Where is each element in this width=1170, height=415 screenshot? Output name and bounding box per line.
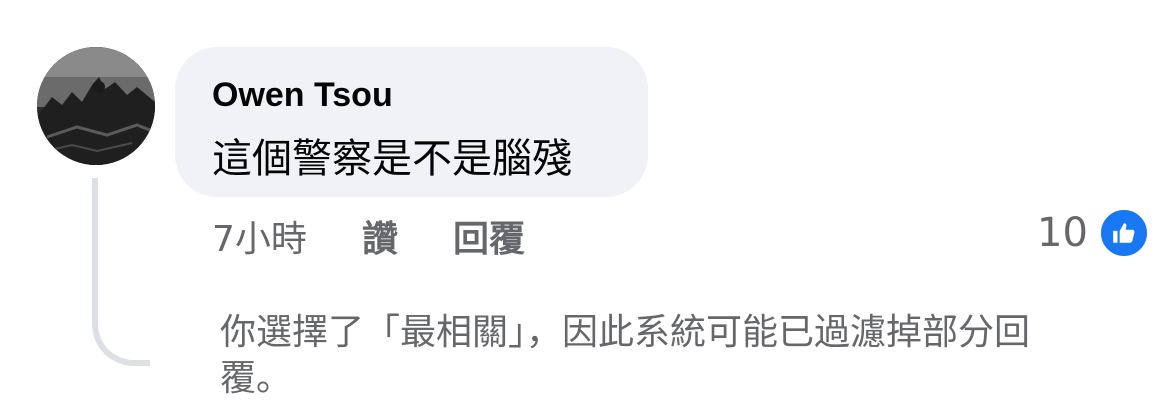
comment-author[interactable]: Owen Tsou [212,76,393,115]
like-button[interactable]: 讚 [362,210,398,262]
reply-button[interactable]: 回覆 [453,210,525,262]
filter-notice: 你選擇了「最相關」，因此系統可能已過濾掉部分回覆。 [220,312,1031,399]
thumbs-up-icon [1097,207,1150,259]
comment-bubble: Owen Tsou 這個警察是不是腦殘 [175,47,648,197]
avatar-image [37,47,155,165]
comment-text: 這個警察是不是腦殘 [212,136,572,182]
avatar[interactable] [37,47,155,165]
thread-line [92,178,150,366]
reaction-count: 10 [1037,210,1088,256]
reaction-summary[interactable]: 10 [1037,205,1150,261]
comment-timestamp[interactable]: 7小時 [212,210,307,262]
